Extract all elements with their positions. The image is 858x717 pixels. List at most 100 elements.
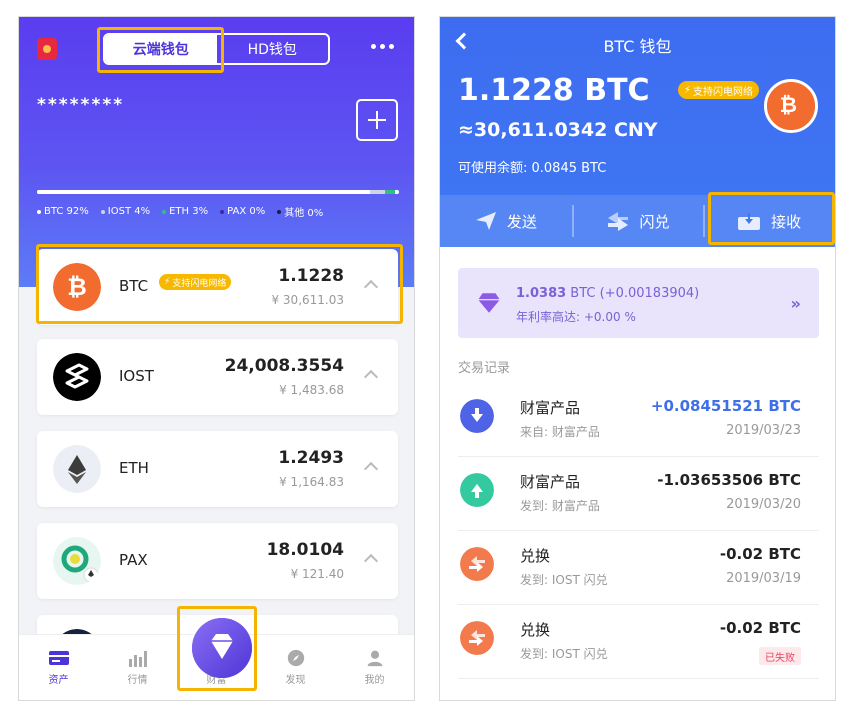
legend-label: IOST 4% [107,206,151,217]
asset-name: PAX [119,551,148,569]
badge-label: 支持闪电网络 [693,86,754,98]
tab-assets[interactable]: 资产 [19,635,98,700]
tx-row[interactable]: 财富产品 发到: 财富产品 -1.03653506 BTC 2019/03/20 [458,457,819,531]
promo-amount-line: 1.0383 BTC (+0.00183904) [516,286,699,301]
legend-pax: PAX 0% [220,204,265,219]
btc-balance: 1.1228 BTC [458,73,650,108]
arrow-down-icon [460,399,494,433]
iost-icon [53,353,101,401]
legend-label: 其他 0% [284,208,324,219]
tx-counterparty: 发到: IOST 闪兑 [520,647,608,661]
tx-date: 2019/03/19 [726,571,801,586]
diamond-icon [478,293,500,313]
page-title: BTC 钱包 [603,37,672,56]
tx-title: 兑换 [520,621,551,639]
asset-amount: 1.2493 [278,448,344,468]
tx-date: 2019/03/20 [726,497,801,512]
promo-rate: 年利率高达: +0.00 % [516,310,636,324]
legend-eth: ETH 3% [162,204,208,219]
highlight-box-wealth [177,606,257,691]
tx-amount: -1.03653506 BTC [657,471,801,489]
tab-hd-wallet[interactable]: HD钱包 [217,35,329,63]
tx-counterparty: 来自: 财富产品 [520,425,600,439]
legend-other: 其他 0% [277,204,323,219]
exchange-icon [460,621,494,655]
action-label: 发送 [506,212,537,231]
legend-dot [100,209,105,214]
btc-icon: ₿ [764,79,818,133]
distribution-segment-eth [384,190,396,194]
legend-btc: BTC 92% [37,204,89,219]
legend-dot [277,209,282,214]
tx-title: 财富产品 [520,473,581,491]
distribution-legend: BTC 92% IOST 4% ETH 3% PAX 0% 其他 0% [37,204,323,219]
compass-icon [287,649,304,667]
highlight-box-receive [708,192,835,245]
lightning-network-badge: ⚡ 支持闪电网络 [678,81,760,99]
tx-row[interactable]: 财富产品 来自: 财富产品 +0.08451521 BTC 2019/03/23 [458,383,819,457]
tab-discover[interactable]: 发现 [256,635,335,700]
tx-failed-badge: 已失败 [759,647,801,665]
asset-distribution-bar [37,190,399,194]
tx-date: 2019/03/23 [726,423,801,438]
chevron-up-icon[interactable] [363,369,379,385]
tab-label: 我的 [364,675,385,686]
lightning-icon: ⚡ [684,84,692,96]
asset-amount: 18.0104 [266,540,344,560]
legend-label: ETH 3% [169,206,209,217]
tx-row[interactable]: 兑换 发到: IOST 闪兑 -0.02 BTC 已失败 [458,605,819,679]
asset-row-iost[interactable]: IOST 24,008.3554 ¥ 1,483.68 [37,339,398,415]
chevron-up-icon[interactable] [363,461,379,477]
more-options-icon[interactable] [371,39,401,53]
tab-market[interactable]: 行情 [98,635,177,700]
asset-row-pax[interactable]: PAX 18.0104 ¥ 121.40 [37,523,398,599]
svg-text:₿: ₿ [780,93,797,118]
tab-label: 行情 [127,675,148,686]
arrow-up-icon [460,473,494,507]
btc-wallet-screen: BTC 钱包 1.1228 BTC ⚡ 支持闪电网络 ₿ ≈30,611.0342… [439,16,836,701]
tab-profile[interactable]: 我的 [335,635,414,700]
tab-label: 发现 [285,675,306,686]
legend-dot [162,209,167,214]
highlight-box-cloud-wallet [97,27,224,73]
chevron-up-icon[interactable] [363,553,379,569]
tx-title: 兑换 [520,547,551,565]
asset-row-eth[interactable]: ETH 1.2493 ¥ 1,164.83 [37,431,398,507]
available-balance: 可使用余额: 0.0845 BTC [458,161,607,176]
tx-counterparty: 发到: IOST 闪兑 [520,573,608,587]
tx-row[interactable]: 兑换 发到: IOST 闪兑 -0.02 BTC 2019/03/19 [458,531,819,605]
bar-chart-icon [128,651,147,667]
tab-label: 资产 [48,675,69,686]
tx-heading: 交易记录 [458,361,511,376]
wallet-overview-screen: 云端钱包 HD钱包 ******** BTC 92% IOST 4% ETH 3… [18,16,415,701]
legend-label: BTC 92% [44,206,89,217]
wealth-product-banner[interactable]: 1.0383 BTC (+0.00183904) 年利率高达: +0.00 % … [458,268,819,338]
promo-change: BTC (+0.00183904) [566,286,700,301]
asset-name: ETH [119,459,149,477]
tx-title: 财富产品 [520,399,581,417]
add-asset-button[interactable] [356,99,398,141]
asset-amount: 24,008.3554 [224,356,344,376]
cny-balance: ≈30,611.0342 CNY [458,119,658,141]
asset-name: IOST [119,367,154,385]
asset-fiat-value: ¥ 121.40 [290,567,344,581]
red-envelope-icon[interactable] [37,38,57,60]
tx-amount: +0.08451521 BTC [650,397,801,415]
legend-dot [37,209,41,214]
highlight-box-btc [36,244,403,324]
asset-fiat-value: ¥ 1,164.83 [279,475,344,489]
send-button[interactable]: 发送 [440,195,572,247]
send-icon [475,212,496,230]
action-label: 闪兑 [639,212,670,231]
distribution-segment-btc [37,190,371,194]
distribution-segment-iost [370,190,385,194]
eth-icon [53,445,101,493]
exchange-icon [460,547,494,581]
swap-button[interactable]: 闪兑 [571,195,704,247]
user-icon [367,650,382,667]
wallet-card-icon [48,651,69,665]
legend-label: PAX 0% [227,206,266,217]
hidden-total-balance[interactable]: ******** [37,95,124,115]
tx-counterparty: 发到: 财富产品 [520,499,600,513]
promo-amount: 1.0383 [516,286,567,301]
